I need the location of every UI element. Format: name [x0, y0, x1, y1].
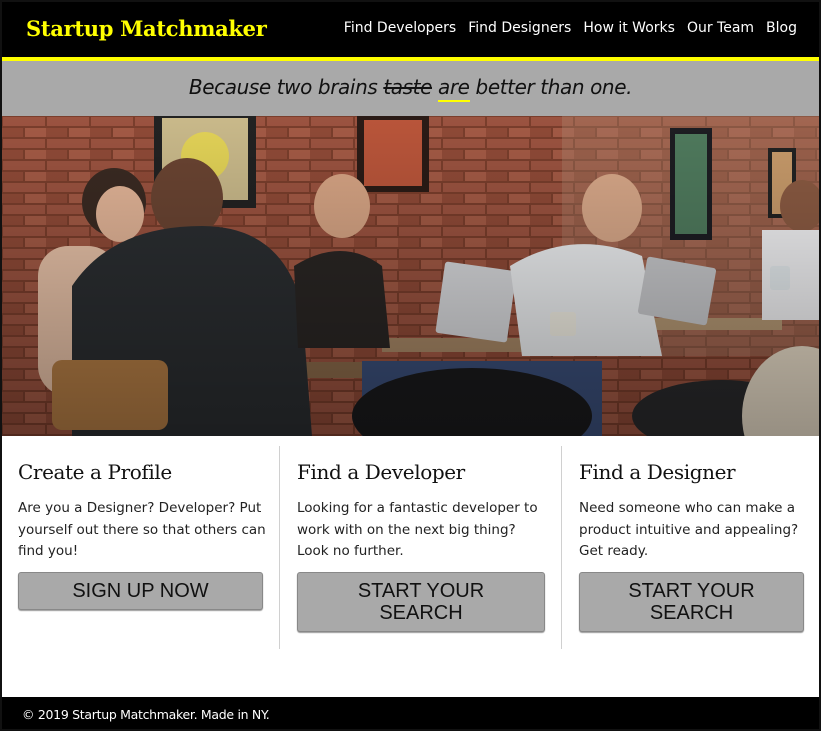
card-title: Find a Developer — [297, 460, 465, 484]
nav-blog[interactable]: Blog — [766, 20, 797, 36]
card-divider — [561, 446, 562, 649]
site-header: Startup Matchmaker Find Developers Find … — [2, 2, 819, 57]
footer-copyright: © 2019 Startup Matchmaker. Made in NY. — [22, 707, 270, 722]
card-divider — [279, 446, 280, 649]
feature-cards: Create a Profile Are you a Designer? Dev… — [2, 436, 819, 696]
card-title: Find a Designer — [579, 460, 736, 484]
tagline-part2: better than one. — [469, 75, 633, 99]
sign-up-button[interactable]: SIGN UP NOW — [18, 572, 263, 610]
site-footer: © 2019 Startup Matchmaker. Made in NY. — [2, 697, 819, 729]
button-line: SEARCH — [379, 602, 463, 624]
main-nav: Find Developers Find Designers How it Wo… — [332, 20, 797, 36]
nav-find-developers[interactable]: Find Developers — [344, 20, 456, 36]
card-create-profile: Create a Profile Are you a Designer? Dev… — [18, 444, 266, 649]
card-title: Create a Profile — [18, 460, 172, 484]
tagline-struck-word: taste — [383, 75, 432, 99]
nav-how-it-works[interactable]: How it Works — [583, 20, 675, 36]
nav-our-team[interactable]: Our Team — [687, 20, 754, 36]
hero-cafe-photo — [2, 116, 819, 436]
tagline: Because two brains taste are better than… — [2, 75, 819, 102]
start-search-designer-button[interactable]: START YOUR SEARCH — [579, 572, 804, 632]
tagline-bar: Because two brains taste are better than… — [2, 61, 819, 116]
button-line: START YOUR — [628, 580, 755, 602]
tagline-part1: Because two brains — [188, 75, 384, 99]
card-text: Are you a Designer? Developer? Put yours… — [18, 500, 266, 559]
button-line: SEARCH — [649, 602, 734, 624]
start-search-developer-button[interactable]: START YOUR SEARCH — [297, 572, 545, 632]
tagline-underlined-word: are — [437, 75, 470, 102]
card-text: Need someone who can make a product intu… — [579, 500, 799, 559]
button-line: START YOUR — [357, 580, 485, 602]
nav-find-designers[interactable]: Find Designers — [468, 20, 571, 36]
cafe-photo-icon — [2, 116, 819, 436]
card-text: Looking for a fantastic developer to wor… — [297, 500, 538, 559]
brand-logo[interactable]: Startup Matchmaker — [26, 16, 267, 41]
